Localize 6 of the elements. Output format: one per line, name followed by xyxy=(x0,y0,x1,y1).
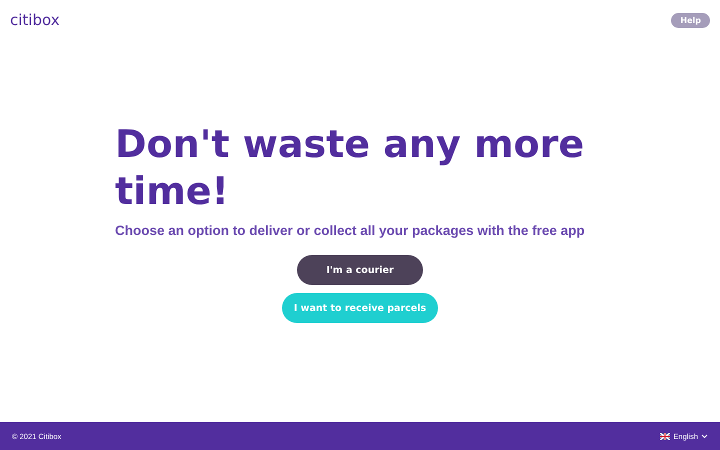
courier-button[interactable]: I'm a courier xyxy=(297,255,423,285)
logo[interactable]: citibox xyxy=(10,11,60,29)
flag-icon xyxy=(660,432,670,440)
hero-title: Don't waste any more time! xyxy=(115,121,586,215)
hero-subtitle: Choose an option to deliver or collect all your packages with the free app xyxy=(115,223,586,238)
chevron-down-icon[interactable] xyxy=(701,434,708,438)
